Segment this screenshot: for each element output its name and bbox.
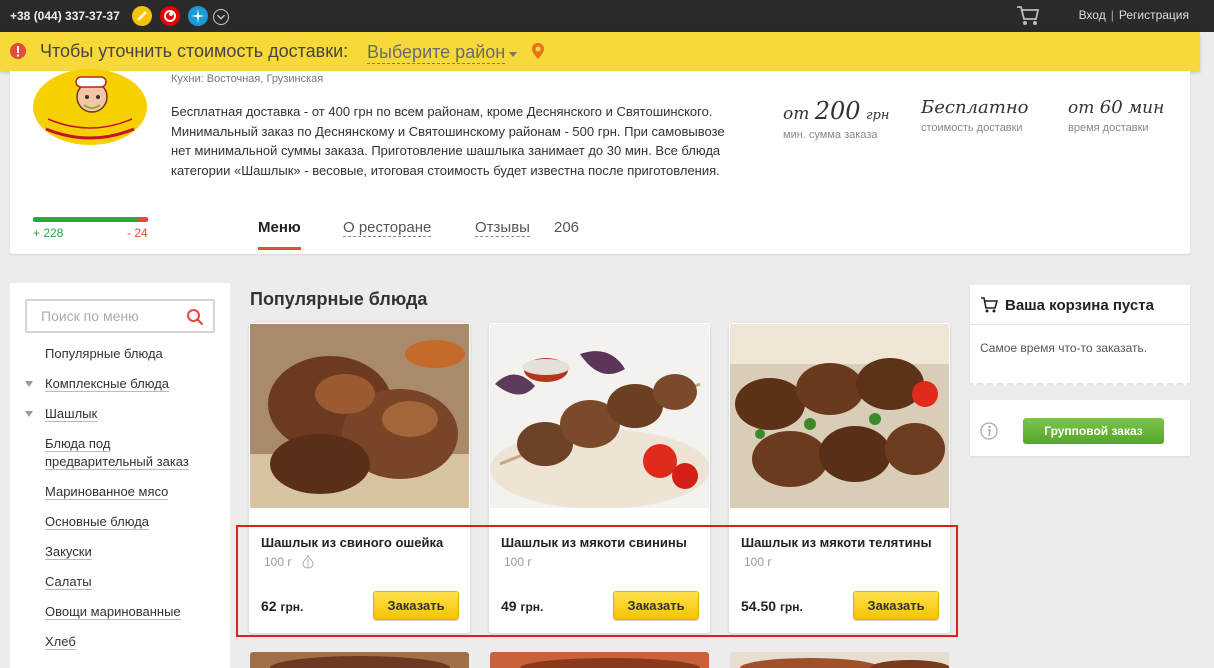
delivery-time-unit: мин <box>1128 98 1165 118</box>
delivery-prompt: Чтобы уточнить стоимость доставки: <box>40 41 349 61</box>
search-icon[interactable] <box>186 308 204 326</box>
tab-menu[interactable]: Меню <box>258 219 301 250</box>
basket-divider <box>970 324 1190 325</box>
warning-icon <box>10 43 26 59</box>
rating-negative-fill <box>137 217 148 222</box>
group-order-panel: Групповой заказ <box>970 400 1190 456</box>
delivery-time-label: время доставки <box>1068 122 1149 134</box>
dish-photo[interactable] <box>730 324 949 508</box>
sidebar-item-label: Основные блюда <box>45 514 150 530</box>
delivery-cost-label: стоимость доставки <box>921 122 1023 134</box>
kyivstar-icon[interactable] <box>188 6 208 26</box>
menu-sidebar: Популярные блюда Комплексные блюда Шашлы… <box>10 283 230 668</box>
sidebar-item-label: Комплексные блюда <box>45 376 170 392</box>
basket-icon <box>980 297 999 313</box>
menu-search <box>25 299 215 333</box>
more-phones-icon[interactable] <box>213 9 229 25</box>
sidebar-item-label: Маринованное мясо <box>45 484 169 500</box>
sidebar-item-label: Салаты <box>45 574 92 590</box>
sidebar-item-label: Шашлык <box>45 406 98 422</box>
highlight-box <box>236 525 958 637</box>
sidebar-item-label: Хлеб <box>45 634 76 650</box>
min-order-stat: от 200 грн мин. сумма заказа <box>783 97 889 141</box>
cart-icon[interactable] <box>1016 5 1040 27</box>
sidebar-item-label: Блюда под предварительный заказ <box>45 436 189 470</box>
sidebar-item-pickled-vegetables[interactable]: Овощи маринованные <box>10 603 230 621</box>
lifecell-icon[interactable] <box>132 6 152 26</box>
login-link[interactable]: Вход <box>1079 8 1106 22</box>
basket-title: Ваша корзина пуста <box>1005 297 1154 314</box>
delivery-bar: Чтобы уточнить стоимость доставки: Выбер… <box>0 32 1200 71</box>
restaurant-card: + 228 - 24 Кухни: Восточная, Грузинская … <box>10 69 1190 254</box>
sidebar-item-main-dishes[interactable]: Основные блюда <box>10 513 230 531</box>
delivery-time-prefix: от <box>1068 98 1095 118</box>
sidebar-item-marinated-meat[interactable]: Маринованное мясо <box>10 483 230 501</box>
sidebar-item-label: Популярные блюда <box>45 346 163 361</box>
reviews-count: 206 <box>554 219 580 236</box>
zigzag-edge <box>970 380 1190 386</box>
sidebar-item-popular[interactable]: Популярные блюда <box>10 345 230 363</box>
dish-photo[interactable] <box>730 652 949 668</box>
sidebar-item-shashlik[interactable]: Шашлык <box>10 405 230 423</box>
location-pin-icon[interactable] <box>531 42 545 60</box>
sidebar-item-label: Закуски <box>45 544 92 560</box>
expand-icon[interactable] <box>25 381 33 387</box>
sidebar-item-salads[interactable]: Салаты <box>10 573 230 591</box>
sidebar-item-bread[interactable]: Хлеб <box>10 633 230 651</box>
district-select[interactable]: Выберите район <box>367 41 506 64</box>
rating-bar <box>33 217 148 222</box>
dish-photo[interactable] <box>250 324 469 508</box>
min-order-label: мин. сумма заказа <box>783 129 878 141</box>
min-order-value: 200 <box>814 97 861 125</box>
restaurant-logo <box>32 67 148 147</box>
info-icon[interactable] <box>980 422 998 440</box>
sidebar-item-label: Овощи маринованные <box>45 604 181 620</box>
category-menu: Популярные блюда Комплексные блюда Шашлы… <box>10 345 230 663</box>
auth-links: Вход | Регистрация <box>1079 8 1189 22</box>
auth-separator: | <box>1110 8 1114 22</box>
search-input[interactable] <box>41 308 181 324</box>
min-order-unit: грн <box>865 108 890 123</box>
basket-empty-text: Самое время что-то заказать. <box>980 341 1148 355</box>
cuisine-list: Кухни: Восточная, Грузинская <box>171 73 324 85</box>
basket-panel: Ваша корзина пуста Самое время что-то за… <box>970 285 1190 386</box>
tab-reviews[interactable]: Отзывы <box>475 219 530 237</box>
sidebar-item-preorder[interactable]: Блюда под предварительный заказ <box>10 435 200 471</box>
dish-photo[interactable] <box>490 324 709 508</box>
group-order-button[interactable]: Групповой заказ <box>1023 418 1164 444</box>
register-link[interactable]: Регистрация <box>1119 8 1189 22</box>
dish-photo[interactable] <box>490 652 709 668</box>
sidebar-item-snacks[interactable]: Закуски <box>10 543 230 561</box>
phone-number[interactable]: +38 (044) 337-37-37 <box>10 9 120 23</box>
delivery-cost-stat: Бесплатно стоимость доставки <box>921 97 1029 134</box>
sidebar-item-complex[interactable]: Комплексные блюда <box>10 375 230 393</box>
delivery-time-value: 60 <box>1099 97 1123 118</box>
rating-negative: - 24 <box>127 226 148 240</box>
delivery-cost-value: Бесплатно <box>921 97 1029 118</box>
delivery-time-stat: от 60 мин время доставки <box>1068 97 1164 134</box>
vodafone-icon[interactable] <box>160 6 180 26</box>
chevron-down-icon[interactable] <box>508 46 518 57</box>
section-title: Популярные блюда <box>250 289 428 309</box>
restaurant-description: Бесплатная доставка - от 400 грн по всем… <box>171 104 725 178</box>
rating-positive: + 228 <box>33 226 64 240</box>
top-bar: +38 (044) 337-37-37 Вход | Регистрация <box>0 0 1214 32</box>
min-order-prefix: от <box>783 104 810 124</box>
dish-photo[interactable] <box>250 652 469 668</box>
expand-icon[interactable] <box>25 411 33 417</box>
tab-about[interactable]: О ресторане <box>343 219 432 237</box>
